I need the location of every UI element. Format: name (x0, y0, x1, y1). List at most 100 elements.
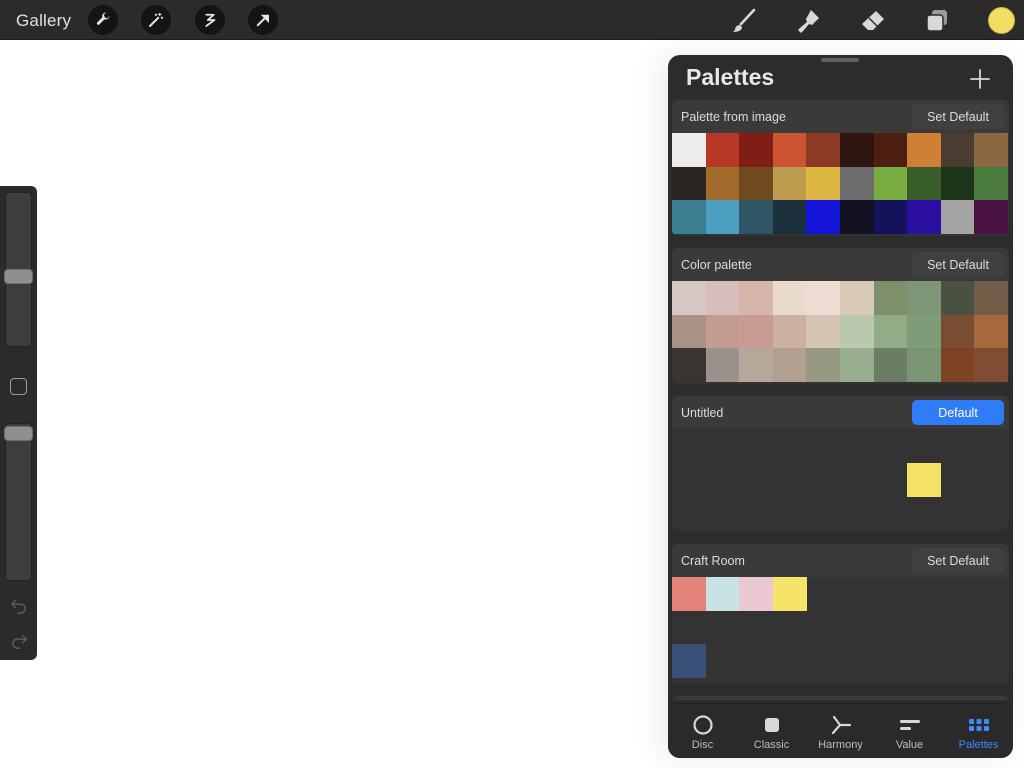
color-swatch[interactable] (974, 314, 1009, 349)
color-swatch[interactable] (705, 281, 740, 315)
default-button[interactable]: Default (912, 400, 1004, 425)
tab-classic[interactable]: Classic (737, 704, 806, 758)
color-swatch[interactable] (806, 133, 841, 167)
color-swatch[interactable] (840, 348, 874, 383)
color-swatch[interactable] (840, 281, 874, 315)
color-swatch[interactable] (772, 166, 807, 201)
color-swatch[interactable] (907, 200, 942, 235)
color-swatch[interactable] (806, 348, 841, 383)
color-swatch[interactable] (705, 200, 740, 235)
brush-size-handle[interactable] (4, 269, 33, 284)
color-swatch[interactable] (772, 577, 807, 611)
color-swatch[interactable] (739, 200, 774, 235)
palette-card[interactable]: Craft Room Set Default (672, 544, 1009, 684)
color-swatch[interactable] (873, 281, 908, 315)
color-swatch[interactable] (772, 133, 807, 167)
color-swatch[interactable] (873, 314, 908, 349)
color-swatch[interactable] (974, 166, 1009, 201)
color-swatch[interactable] (672, 133, 706, 167)
color-swatch[interactable] (672, 314, 706, 349)
color-swatch[interactable] (873, 133, 908, 167)
transform-arrow-icon[interactable] (248, 5, 278, 35)
palette-card[interactable]: Palette from image Set Default (672, 100, 1009, 236)
color-swatch[interactable] (840, 200, 874, 235)
color-swatch[interactable] (974, 281, 1009, 315)
color-swatch[interactable] (940, 314, 975, 349)
color-swatch[interactable] (672, 281, 706, 315)
color-swatch[interactable] (806, 314, 841, 349)
wrench-icon[interactable] (88, 5, 118, 35)
color-swatch[interactable] (672, 348, 706, 383)
tab-palettes[interactable]: Palettes (944, 704, 1013, 758)
color-swatch[interactable] (907, 281, 942, 315)
palette-list[interactable]: Palette from image Set Default Color pal… (672, 100, 1009, 700)
color-swatch[interactable] (940, 200, 975, 235)
color-swatch[interactable] (840, 166, 874, 201)
opacity-slider[interactable] (5, 423, 32, 581)
color-swatch[interactable] (772, 314, 807, 349)
set-default-button[interactable]: Set Default (912, 104, 1004, 129)
set-default-button[interactable]: Set Default (912, 252, 1004, 277)
gallery-button[interactable]: Gallery (16, 11, 71, 31)
color-swatch[interactable] (705, 133, 740, 167)
color-swatch[interactable] (974, 200, 1009, 235)
color-swatch[interactable] (672, 577, 706, 611)
color-swatch[interactable] (672, 200, 706, 235)
color-swatch[interactable] (907, 133, 942, 167)
palette-card[interactable]: Color palette Set Default (672, 248, 1009, 384)
color-swatch[interactable] (705, 577, 740, 611)
tab-harmony[interactable]: Harmony (806, 704, 875, 758)
smudge-icon[interactable] (794, 7, 822, 35)
redo-icon[interactable] (9, 630, 29, 650)
color-swatch[interactable] (772, 348, 807, 383)
add-palette-icon[interactable] (968, 67, 992, 91)
color-swatch[interactable] (672, 166, 706, 201)
tab-disc[interactable]: Disc (668, 704, 737, 758)
color-swatch[interactable] (806, 200, 841, 235)
layers-icon[interactable] (923, 7, 951, 35)
color-swatch[interactable] (940, 166, 975, 201)
modify-button[interactable] (10, 378, 27, 395)
color-swatch[interactable] (772, 281, 807, 315)
color-swatch[interactable] (940, 281, 975, 315)
color-swatch[interactable] (840, 133, 874, 167)
palette-card-partial[interactable] (672, 696, 1009, 700)
color-swatch[interactable] (705, 166, 740, 201)
eraser-icon[interactable] (859, 7, 887, 35)
magic-wand-icon[interactable] (141, 5, 171, 35)
opacity-handle[interactable] (4, 426, 33, 441)
color-swatch[interactable] (705, 314, 740, 349)
brush-icon[interactable] (730, 7, 758, 35)
color-swatch[interactable] (907, 166, 942, 201)
color-swatch[interactable] (739, 348, 774, 383)
color-swatch[interactable] (739, 281, 774, 315)
palette-card[interactable]: Untitled Default (672, 396, 1009, 531)
color-swatch[interactable] (806, 166, 841, 201)
color-swatch[interactable] (907, 314, 942, 349)
color-swatch[interactable] (672, 644, 706, 679)
color-swatch[interactable] (806, 281, 841, 315)
selection-icon[interactable] (195, 5, 225, 35)
color-swatch[interactable] (840, 314, 874, 349)
color-swatch[interactable] (873, 166, 908, 201)
color-swatch[interactable] (705, 348, 740, 383)
color-swatch[interactable] (739, 166, 774, 201)
color-swatch[interactable] (873, 200, 908, 235)
color-swatch[interactable] (772, 200, 807, 235)
palette-header: Palette from image Set Default (672, 100, 1009, 133)
color-swatch[interactable] (739, 314, 774, 349)
color-swatch[interactable] (907, 462, 942, 497)
panel-grabber[interactable] (821, 58, 859, 62)
color-swatch[interactable] (974, 133, 1009, 167)
color-swatch[interactable] (907, 348, 942, 383)
color-swatch[interactable] (940, 348, 975, 383)
current-color-button[interactable] (988, 7, 1015, 34)
color-swatch[interactable] (739, 133, 774, 167)
color-swatch[interactable] (974, 348, 1009, 383)
set-default-button[interactable]: Set Default (912, 548, 1004, 573)
color-swatch[interactable] (739, 577, 774, 611)
undo-icon[interactable] (9, 595, 29, 615)
color-swatch[interactable] (940, 133, 975, 167)
tab-value[interactable]: Value (875, 704, 944, 758)
color-swatch[interactable] (873, 348, 908, 383)
